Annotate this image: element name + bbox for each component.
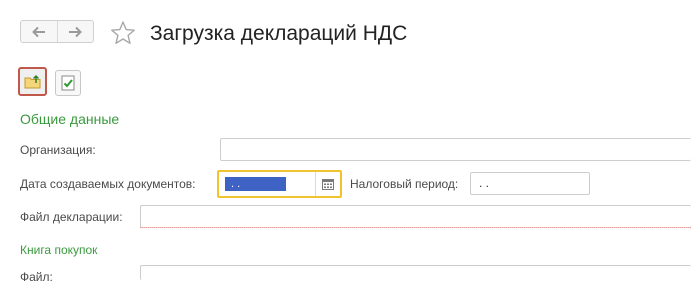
document-check-icon — [61, 75, 75, 91]
load-from-file-button[interactable] — [18, 67, 47, 96]
organization-label: Организация: — [20, 143, 96, 157]
declaration-file-label: Файл декларации: — [20, 210, 123, 224]
calendar-icon — [322, 178, 334, 190]
document-date-field[interactable]: . . — [217, 170, 342, 198]
purchase-book-file-field[interactable] — [140, 265, 691, 280]
calendar-button[interactable] — [315, 172, 340, 196]
tax-period-field[interactable]: . . — [470, 172, 590, 195]
purchase-book-heading: Книга покупок — [20, 243, 98, 257]
favorite-button[interactable] — [110, 20, 136, 46]
document-date-label: Дата создаваемых документов: — [20, 177, 196, 191]
organization-field[interactable] — [220, 138, 691, 161]
arrow-left-icon — [31, 26, 45, 37]
folder-upload-icon — [24, 74, 40, 88]
document-date-value: . . — [225, 177, 286, 191]
back-button[interactable] — [21, 21, 57, 42]
required-field-underline — [140, 227, 691, 228]
navigation-buttons — [20, 20, 94, 43]
page-title: Загрузка деклараций НДС — [150, 22, 408, 45]
arrow-right-icon — [69, 26, 83, 37]
check-document-button[interactable] — [55, 70, 81, 96]
tax-period-label: Налоговый период: — [350, 177, 459, 191]
star-icon — [111, 21, 135, 44]
purchase-book-file-label: Файл: — [20, 270, 53, 284]
general-section-heading: Общие данные — [20, 111, 120, 127]
declaration-file-field[interactable] — [140, 205, 691, 228]
forward-button[interactable] — [56, 21, 94, 42]
